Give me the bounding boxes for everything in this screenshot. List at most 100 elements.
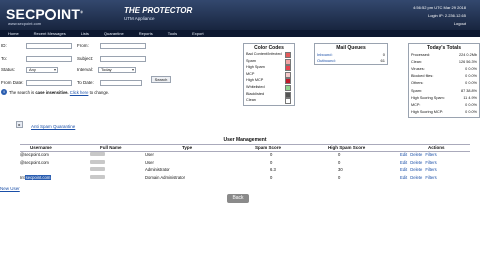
edit-link[interactable]: Edit xyxy=(400,152,407,157)
anti-spam-quarantine-link[interactable]: Anti Spam Quarantine xyxy=(31,124,75,129)
totals-title: Today's Totals xyxy=(426,45,462,51)
secpoint-logo[interactable]: SECP INT® xyxy=(6,6,83,22)
to-input[interactable] xyxy=(26,56,72,62)
filters-link[interactable]: Filters xyxy=(425,167,436,172)
filters-link[interactable]: Filters xyxy=(425,160,436,165)
from-date-input[interactable] xyxy=(26,80,72,86)
mail-queues-panel: Mail Queues Inbound: 0 Outbound: 61 xyxy=(314,43,388,65)
header-info: 4:56:52 pm UTC Mar 29 2018 Login IP: 2.2… xyxy=(413,4,466,28)
nav-lists[interactable]: Lists xyxy=(81,31,89,36)
main-nav: Home Recent Messages Lists Quarantine Re… xyxy=(0,30,480,37)
totals-row: Spam: 87 38.8% xyxy=(411,88,477,93)
actions-cell: Edit Delete Filters xyxy=(400,152,440,157)
chevron-down-icon: ▾ xyxy=(53,67,56,72)
type-cell: Domain Administrator xyxy=(145,174,186,180)
high-spam-score-cell: 0 xyxy=(338,159,341,165)
col-type: Type xyxy=(182,145,193,150)
spam-score-cell: 0 xyxy=(270,174,273,180)
info-icon: i xyxy=(1,89,7,95)
table-row: @secpoint.com User 0 0 Edit Delete Filters xyxy=(20,152,470,159)
totals-row: High Scoring MCP: 0 0.0% xyxy=(411,109,477,114)
actions-cell: Edit Delete Filters xyxy=(400,160,440,165)
col-fullname: Full Name xyxy=(100,145,122,150)
datetime: 4:56:52 pm UTC Mar 29 2018 xyxy=(413,5,466,10)
chevron-down-icon: ▾ xyxy=(131,67,134,72)
to-date-input[interactable] xyxy=(100,80,142,86)
color-code-item: High Spam xyxy=(246,65,292,72)
nav-quarantine[interactable]: Quarantine xyxy=(104,31,124,36)
totals-row: High Scoring Spam: 11 4.9% xyxy=(411,95,477,100)
spam-score-cell: 6.3 xyxy=(270,167,276,173)
username-cell: Intsecpoint.com xyxy=(20,174,52,180)
color-swatch xyxy=(285,85,291,91)
search-note: The search is case insensitive. Click he… xyxy=(9,90,110,95)
delete-link[interactable]: Delete xyxy=(410,175,422,180)
logo-url: www.secpoint.com xyxy=(8,21,42,26)
delete-link[interactable]: Delete xyxy=(410,160,422,165)
id-input[interactable] xyxy=(26,43,72,49)
from-date-label: From Date: xyxy=(1,80,24,85)
spam-score-cell: 0 xyxy=(270,159,273,165)
from-label: From: xyxy=(77,43,89,48)
col-actions: Actions xyxy=(428,145,445,150)
col-username: Username xyxy=(30,145,52,150)
color-code-item: High MCP xyxy=(246,78,292,85)
back-button[interactable]: Back xyxy=(227,194,249,203)
quarantine-icon[interactable]: ▸ xyxy=(16,121,23,128)
app-name: THE PROTECTOR xyxy=(124,6,193,15)
to-label: To: xyxy=(1,56,8,61)
edit-link[interactable]: Edit xyxy=(400,167,407,172)
todays-totals-panel: Today's Totals Processed: 224 0.2Mb Clean:… xyxy=(408,43,480,118)
nav-export[interactable]: Export xyxy=(192,31,204,36)
type-cell: Administrator xyxy=(145,167,170,173)
color-swatch xyxy=(285,91,291,98)
high-spam-score-cell: 0 xyxy=(338,152,341,157)
mail-queues-title: Mail Queues xyxy=(336,45,366,51)
totals-row: Clean: 126 56.3% xyxy=(411,60,477,65)
new-user-link[interactable]: New User xyxy=(0,186,20,191)
color-code-item: Blacklisted xyxy=(246,91,292,98)
nav-reports[interactable]: Reports xyxy=(139,31,153,36)
edit-link[interactable]: Edit xyxy=(400,160,407,165)
header-bar: SECP INT® www.secpoint.com THE PROTECTOR … xyxy=(0,0,480,30)
fullname-cell xyxy=(90,174,105,180)
filters-link[interactable]: Filters xyxy=(425,175,436,180)
filters-link[interactable]: Filters xyxy=(425,152,436,157)
fullname-cell xyxy=(90,152,105,157)
actions-cell: Edit Delete Filters xyxy=(400,167,440,172)
login-ip: Login IP: 2.236.12.65 xyxy=(427,13,466,18)
id-label: ID: xyxy=(1,43,7,48)
change-case-link[interactable]: Click here xyxy=(70,90,89,95)
spam-score-cell: 0 xyxy=(270,152,273,157)
edit-link[interactable]: Edit xyxy=(400,175,407,180)
subject-input[interactable] xyxy=(100,56,146,62)
interval-label: Interval: xyxy=(77,67,94,72)
interval-select[interactable]: Today ▾ xyxy=(98,67,136,73)
app-subtitle: UTM Appliance xyxy=(124,16,155,21)
username-cell: @secpoint.com xyxy=(20,159,49,165)
delete-link[interactable]: Delete xyxy=(410,152,422,157)
logout-link[interactable]: Logout xyxy=(413,20,466,28)
nav-tools[interactable]: Tools xyxy=(168,31,177,36)
inbound-row[interactable]: Inbound: 0 xyxy=(317,52,385,57)
color-swatch xyxy=(285,71,291,78)
color-swatch xyxy=(285,98,291,105)
color-code-item: Spam xyxy=(246,58,292,65)
outbound-row[interactable]: Outbound: 61 xyxy=(317,58,385,63)
nav-home[interactable]: Home xyxy=(8,31,19,36)
selected-text: secpoint.com xyxy=(24,174,52,180)
col-high-spam-score: High Spam Score xyxy=(328,145,366,150)
user-management-title: User Management xyxy=(223,137,267,143)
status-label: Status: xyxy=(1,67,16,72)
status-select[interactable]: Any ▾ xyxy=(26,67,58,73)
from-input[interactable] xyxy=(100,43,146,49)
color-code-item: Bad Content/Infected xyxy=(246,52,292,58)
color-swatch xyxy=(285,65,291,72)
nav-recent-messages[interactable]: Recent Messages xyxy=(34,31,66,36)
logo-o-icon xyxy=(45,9,57,20)
color-codes-panel: Color Codes Bad Content/Infected Spam High… xyxy=(243,43,295,106)
search-button[interactable]: Search xyxy=(151,76,171,83)
table-row: @secpoint.com User 0 0 Edit Delete Filters xyxy=(20,159,470,167)
delete-link[interactable]: Delete xyxy=(410,167,422,172)
totals-row: Viruses: 0 0.0% xyxy=(411,67,477,72)
